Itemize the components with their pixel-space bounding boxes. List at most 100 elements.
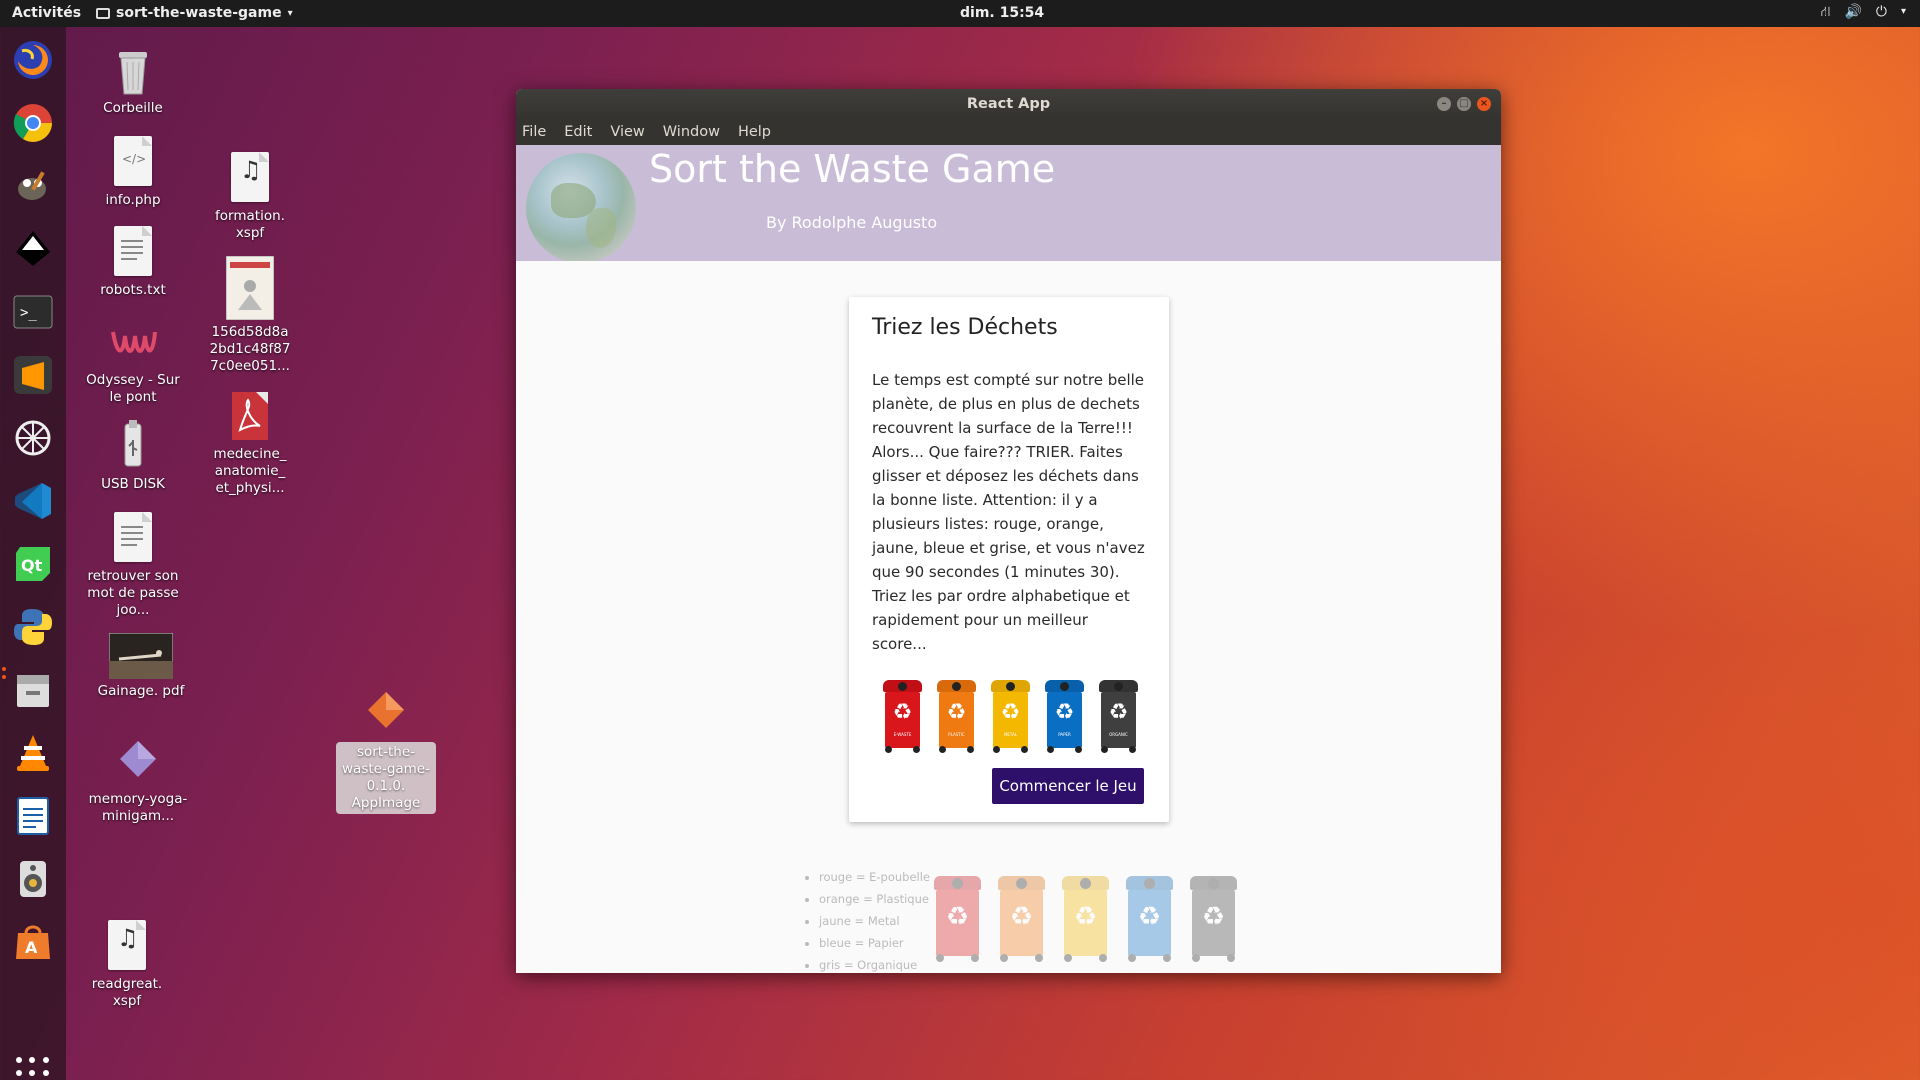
desktop-icon-label: readgreat. xspf <box>91 976 163 1009</box>
window-titlebar[interactable]: React App – □ × <box>516 89 1501 119</box>
desktop-icon-meditation[interactable]: 156d58d8a 2bd1c48f87 7c0ee051... <box>200 255 300 375</box>
caret-down-icon: ▾ <box>287 7 293 19</box>
speaker-icon[interactable] <box>10 856 56 902</box>
vlc-icon[interactable] <box>10 730 56 776</box>
card-bin-4-icon: ♻ PAPER <box>1045 680 1084 754</box>
recycle-icon: ♻ <box>1000 700 1021 725</box>
desktop-icon-retrouver[interactable]: retrouver son mot de passe joo... <box>83 512 183 619</box>
code-file-icon: </> <box>109 136 157 188</box>
bin-label: E-WASTE <box>893 732 912 737</box>
caret-down-icon[interactable]: ▾ <box>1901 6 1906 22</box>
start-game-button[interactable]: Commencer le Jeu <box>992 768 1144 804</box>
clock[interactable]: dim. 15:54 <box>960 5 1044 21</box>
legend-bins-row: ♻ ♻ ♻ ♻ ♻ <box>934 876 1237 962</box>
pdf-thumbnail-icon <box>108 632 174 680</box>
desktop-icon-label: robots.txt <box>100 282 166 298</box>
legend-bin-4-icon: ♻ <box>1126 876 1173 962</box>
card-bin-1-icon: ♻ E-WASTE <box>883 680 922 754</box>
volume-icon[interactable]: 🔊 <box>1844 4 1861 22</box>
minimize-icon[interactable]: – <box>1437 97 1451 111</box>
svg-text:>_: >_ <box>20 305 37 321</box>
card-bin-2-icon: ♻ PLASTIC <box>937 680 976 754</box>
writer-icon[interactable] <box>10 793 56 839</box>
maximize-icon[interactable]: □ <box>1457 97 1471 111</box>
legend-item-grey: gris = Organique <box>819 954 930 973</box>
chrome-icon[interactable] <box>10 100 56 146</box>
top-bar: Activités sort-the-waste-game ▾ dim. 15:… <box>0 0 1920 27</box>
firefox-icon[interactable] <box>10 37 56 83</box>
text-file-icon <box>109 512 157 564</box>
usb-drive-icon <box>109 420 157 472</box>
desktop-icon-sort-the-waste-appimage[interactable]: sort-the-waste-game-0.1.0. AppImage <box>336 686 436 814</box>
desktop-icon-label: formation. xspf <box>215 208 285 241</box>
activities-button[interactable]: Activités <box>12 5 81 21</box>
python-icon[interactable] <box>10 604 56 650</box>
desktop-icon-usb-disk[interactable]: USB DISK <box>83 420 183 493</box>
legend-bin-5-icon: ♻ <box>1190 876 1237 962</box>
terminal-icon[interactable]: >_ <box>10 289 56 335</box>
desktop-icon-label: Gainage. pdf <box>97 683 185 699</box>
app-menu[interactable]: sort-the-waste-game ▾ <box>96 5 293 21</box>
desktop-icon-robots-txt[interactable]: robots.txt <box>83 226 183 299</box>
power-icon[interactable]: ⏻ <box>1876 4 1887 22</box>
music-file-icon: ♫ <box>226 152 274 204</box>
desktop-icon-label: 156d58d8a 2bd1c48f87 7c0ee051... <box>209 324 291 374</box>
legend-bin-1-icon: ♻ <box>934 876 981 962</box>
desktop-icon-memory-yoga[interactable]: memory-yoga-minigam... <box>88 735 188 825</box>
svg-text:Qt: Qt <box>21 556 43 575</box>
inkscape-icon[interactable] <box>10 226 56 272</box>
menu-edit[interactable]: Edit <box>564 124 592 140</box>
recycle-icon: ♻ <box>1108 700 1129 725</box>
intro-card: Triez les Déchets Le temps est compté su… <box>849 297 1169 822</box>
qt-creator-icon[interactable]: Qt <box>10 541 56 587</box>
main-content: Triez les Déchets Le temps est compté su… <box>516 261 1501 973</box>
legend-bin-3-icon: ♻ <box>1062 876 1109 962</box>
bin-label: PLASTIC <box>948 732 965 737</box>
close-icon[interactable]: × <box>1477 97 1491 111</box>
desktop-icon-label: medecine_ anatomie_ et_physi... <box>213 446 287 496</box>
appimage-icon <box>362 686 410 738</box>
window-title: React App <box>966 96 1051 112</box>
bin-label: ORGANIC <box>1109 732 1128 737</box>
desktop-icon-label: memory-yoga-minigam... <box>88 791 188 824</box>
desktop-icon-label: Corbeille <box>103 100 163 116</box>
desktop-icon-odyssey[interactable]: Odyssey - Sur le pont <box>83 316 183 406</box>
show-applications-icon[interactable] <box>16 1057 50 1080</box>
vscode-icon[interactable] <box>10 478 56 524</box>
desktop-icon-readgreat[interactable]: ♫ readgreat. xspf <box>77 920 177 1010</box>
bin-label: PAPER <box>1058 732 1071 737</box>
pdf-file-icon <box>226 390 274 442</box>
desktop-icon-label: retrouver son mot de passe joo... <box>87 568 179 618</box>
menu-view[interactable]: View <box>610 124 644 140</box>
card-description: Le temps est compté sur notre belle plan… <box>872 371 1145 653</box>
network-icon[interactable] <box>10 415 56 461</box>
desktop-icon-info-php[interactable]: </> info.php <box>83 136 183 209</box>
card-bin-5-icon: ♻ ORGANIC <box>1099 680 1138 754</box>
card-bin-3-icon: ♻ METAL <box>991 680 1030 754</box>
menu-help[interactable]: Help <box>738 124 771 140</box>
menu-window[interactable]: Window <box>663 124 720 140</box>
system-tray[interactable]: ⛙ 🔊 ⏻ ▾ <box>1821 4 1906 22</box>
desktop-icon-label: Odyssey - Sur le pont <box>86 372 180 405</box>
menu-file[interactable]: File <box>522 124 546 140</box>
recycle-icon: ♻ <box>1054 700 1075 725</box>
desktop-icon-gainage-pdf[interactable]: Gainage. pdf <box>91 632 191 700</box>
gimp-icon[interactable] <box>10 163 56 209</box>
recycle-icon: ♻ <box>1201 902 1226 932</box>
svg-text:A: A <box>25 938 38 957</box>
desktop-icon-trash[interactable]: Corbeille <box>83 44 183 117</box>
desktop-icon-medecine[interactable]: medecine_ anatomie_ et_physi... <box>200 390 300 497</box>
files-icon[interactable] <box>10 667 56 713</box>
recycle-icon: ♻ <box>945 902 970 932</box>
desktop-icon-formation[interactable]: ♫ formation. xspf <box>200 152 300 242</box>
software-center-icon[interactable]: A <box>10 919 56 965</box>
network-icon[interactable]: ⛙ <box>1821 4 1831 22</box>
legend-item-blue: bleue = Papier <box>819 932 930 954</box>
card-heading: Triez les Déchets <box>872 315 1058 340</box>
sublime-text-icon[interactable] <box>10 352 56 398</box>
odyssey-icon <box>109 316 157 368</box>
page-title: Sort the Waste Game <box>649 147 1056 191</box>
recycle-icon: ♻ <box>1073 902 1098 932</box>
window-icon <box>96 7 110 19</box>
recycle-icon: ♻ <box>892 700 913 725</box>
